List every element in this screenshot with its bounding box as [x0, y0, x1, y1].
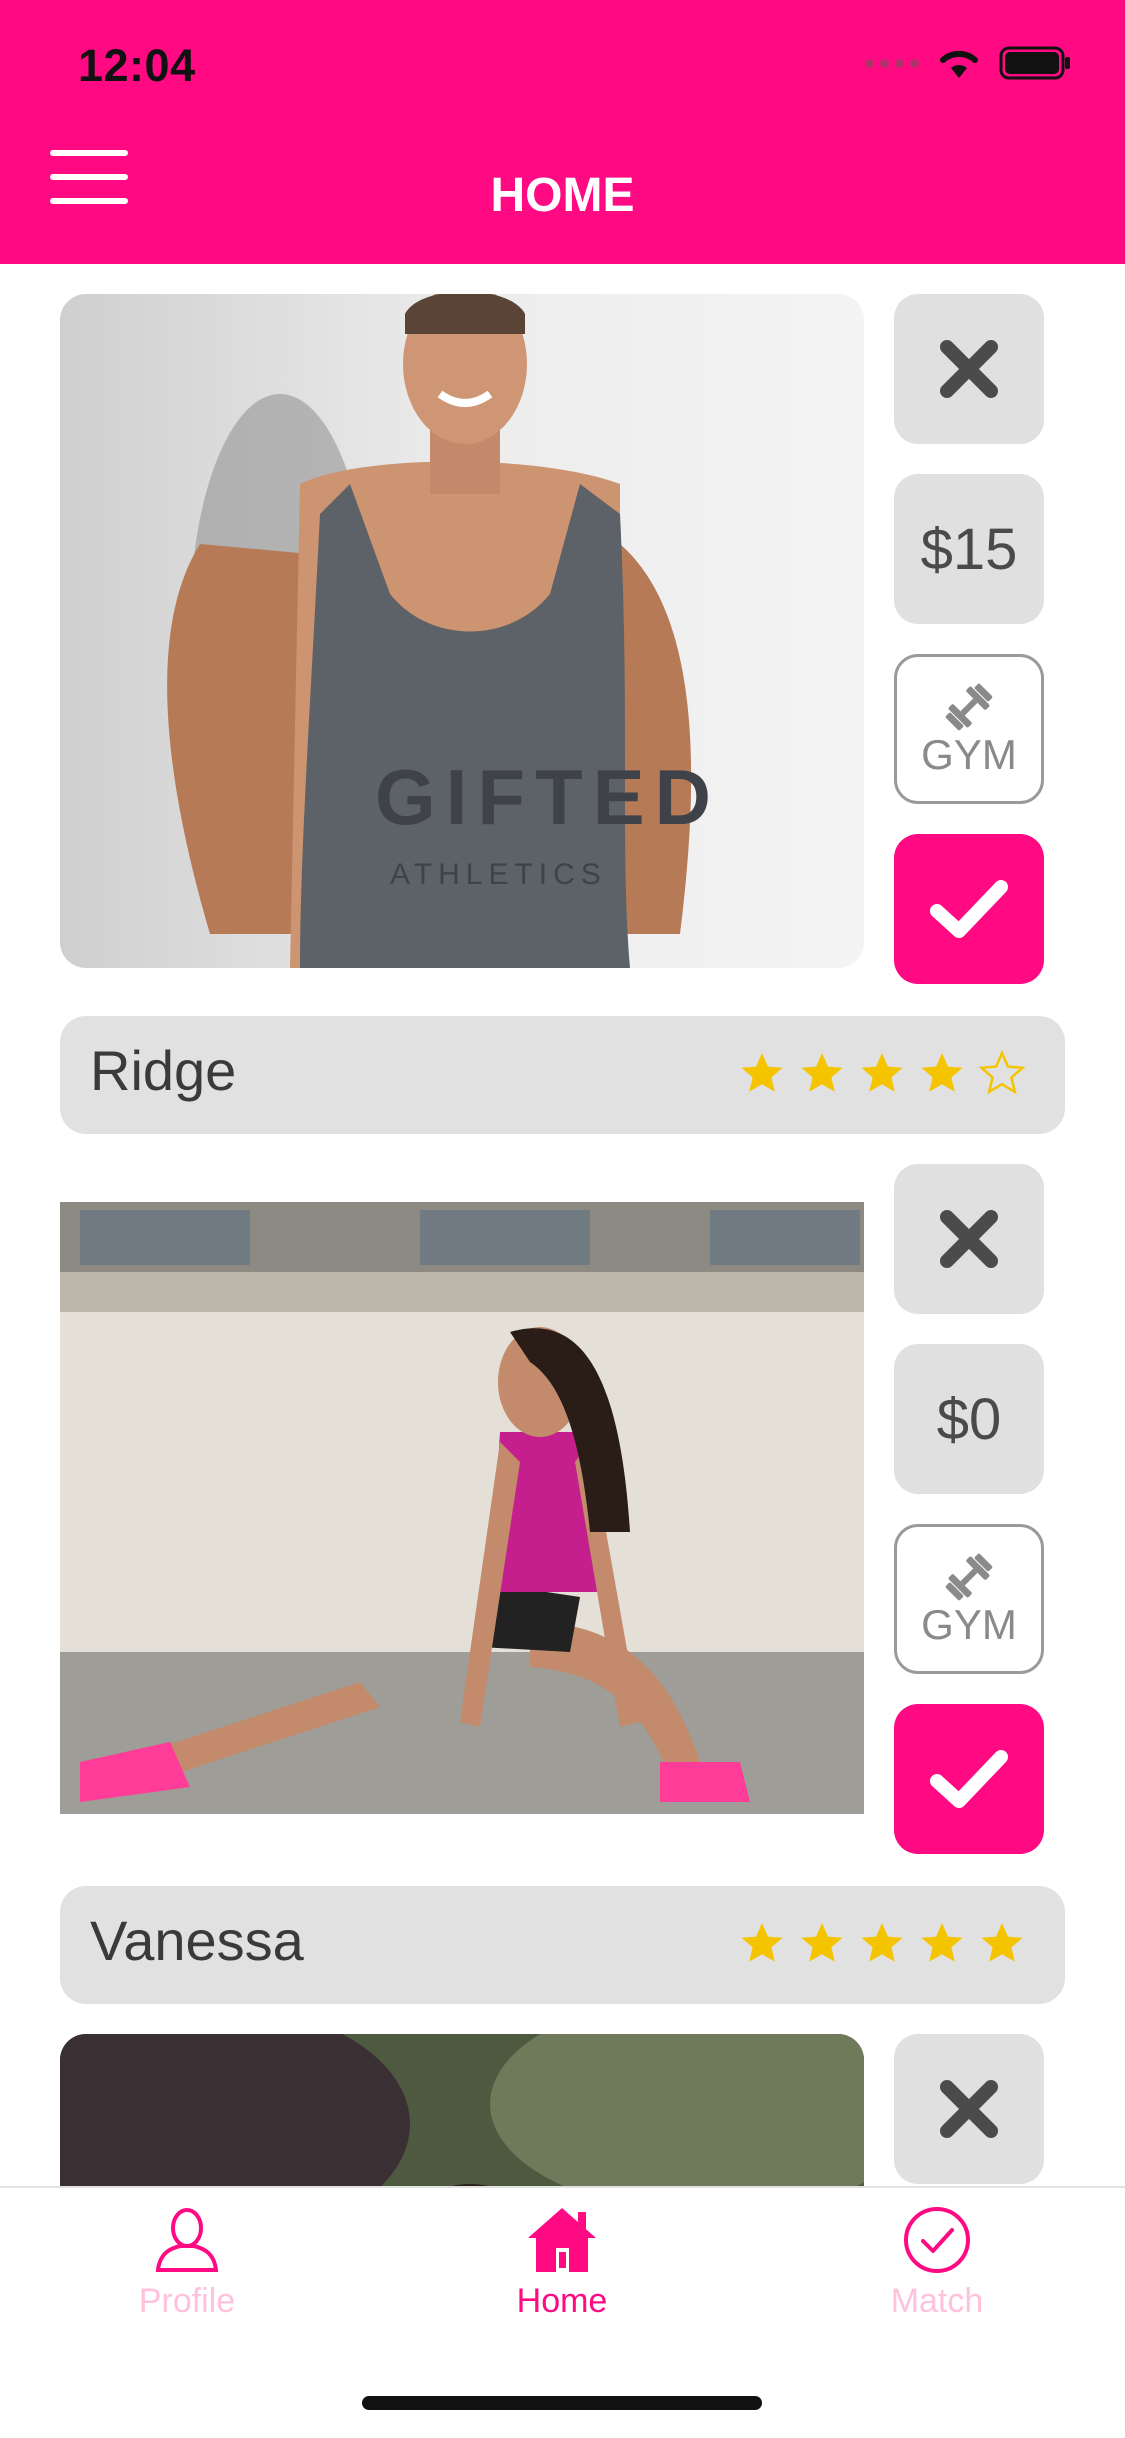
reject-button[interactable]: [894, 2034, 1044, 2184]
dumbbell-icon: [945, 1553, 993, 1601]
profile-photo-vanessa[interactable]: [60, 1202, 864, 1814]
star-filled-icon: [861, 1053, 903, 1092]
rating-stars: [739, 1050, 1025, 1096]
top-header: 12:04 HOME: [0, 0, 1125, 264]
card-feed[interactable]: GIFTED ATHLETICS $15 GYM Ridge $0 GYM Va…: [0, 264, 1125, 2186]
price-button[interactable]: $0: [894, 1344, 1044, 1494]
signal-icon: [865, 58, 919, 68]
photo-woman-stretching: [60, 1202, 864, 1814]
star-filled-icon: [801, 1923, 843, 1962]
status-time: 12:04: [78, 40, 196, 91]
svg-text:GIFTED: GIFTED: [375, 753, 721, 841]
price-label: $0: [936, 1386, 1002, 1452]
gym-label: GYM: [921, 1601, 1017, 1648]
tab-profile[interactable]: Profile: [37, 2188, 337, 2321]
photo-man-outdoors: [60, 2034, 864, 2186]
profile-name: Vanessa: [90, 1909, 304, 1972]
checkmark-icon: [930, 1750, 1008, 1808]
page-title: HOME: [490, 169, 635, 222]
person-icon: [155, 2208, 219, 2272]
tab-label: Home: [516, 2282, 608, 2320]
profile-name-bar[interactable]: Ridge: [60, 1016, 1065, 1134]
tab-label: Match: [890, 2282, 984, 2320]
star-filled-icon: [801, 1053, 843, 1092]
tab-home[interactable]: Home: [412, 2188, 712, 2321]
profile-name-bar[interactable]: Vanessa: [60, 1886, 1065, 2004]
photo-man-tank-top: GIFTED ATHLETICS: [60, 294, 864, 968]
checkmark-icon: [930, 880, 1008, 938]
wifi-icon: [940, 50, 978, 78]
price-label: $15: [920, 516, 1018, 582]
tab-match[interactable]: Match: [787, 2188, 1087, 2321]
star-filled-icon: [921, 1053, 963, 1092]
close-icon: [940, 2080, 998, 2138]
price-button[interactable]: $15: [894, 474, 1044, 624]
star-filled-icon: [861, 1923, 903, 1962]
star-empty-icon: [979, 1050, 1025, 1095]
profile-photo-ridge[interactable]: GIFTED ATHLETICS: [60, 294, 864, 968]
reject-button[interactable]: [894, 294, 1044, 444]
close-icon: [940, 340, 998, 398]
accept-button[interactable]: [894, 834, 1044, 984]
status-icons: [865, 46, 1071, 80]
dumbbell-icon: [945, 683, 993, 731]
battery-icon: [999, 46, 1070, 80]
svg-text:ATHLETICS: ATHLETICS: [390, 858, 607, 891]
check-circle-icon: [904, 2207, 970, 2273]
tab-label: Profile: [138, 2282, 236, 2320]
close-icon: [940, 1210, 998, 1268]
reject-button[interactable]: [894, 1164, 1044, 1314]
profile-name: Ridge: [90, 1039, 237, 1102]
home-indicator: [362, 2396, 762, 2410]
star-filled-icon: [741, 1923, 783, 1962]
accept-button[interactable]: [894, 1704, 1044, 1854]
star-filled-icon: [981, 1923, 1023, 1962]
rating-stars: [739, 1920, 1025, 1966]
gym-button[interactable]: GYM: [894, 1524, 1044, 1674]
gym-label: GYM: [921, 731, 1017, 778]
gym-button[interactable]: GYM: [894, 654, 1044, 804]
star-filled-icon: [741, 1053, 783, 1092]
star-filled-icon: [921, 1923, 963, 1962]
profile-photo-next[interactable]: [60, 2034, 864, 2186]
home-icon: [528, 2208, 596, 2272]
